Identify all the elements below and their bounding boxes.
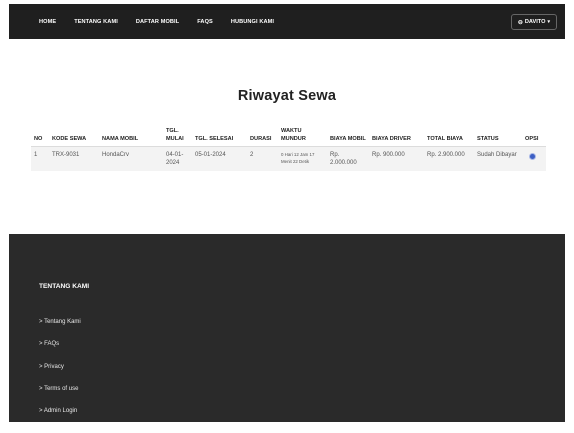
cell-status: Sudah Dibayar	[477, 152, 517, 158]
col-status: STATUS	[474, 116, 522, 147]
col-total-biaya: TOTAL BIAYA	[424, 116, 474, 147]
footer-link-tentang-kami[interactable]: > Tentang Kami	[39, 319, 81, 341]
page-title: Riwayat Sewa	[237, 88, 337, 104]
nav-daftar-mobil[interactable]: DAFTAR MOBIL	[136, 19, 179, 25]
user-menu-button[interactable]: ⊖ DAVITO ▾	[510, 14, 557, 30]
nav-hubungi-kami[interactable]: HUBUNGI KAMI	[231, 19, 274, 25]
eye-icon[interactable]	[529, 153, 536, 160]
user-icon: ⊖	[517, 19, 523, 26]
top-navbar: HOME TENTANG KAMI DAFTAR MOBIL FAQS HUBU…	[9, 4, 565, 39]
footer-links: > Tentang Kami > FAQs > Privacy > Terms …	[39, 319, 81, 430]
cell-waktu-mundur: 0 Hari 12 Jam 17 Menit 22 Detik	[281, 152, 315, 164]
cell-no: 1	[34, 152, 38, 158]
col-tgl-selesai: TGL. SELESAI	[192, 116, 247, 147]
col-kode-sewa: KODE SEWA	[49, 116, 99, 147]
footer-link-admin-login[interactable]: > Admin Login	[39, 408, 81, 430]
nav-links: HOME TENTANG KAMI DAFTAR MOBIL FAQS HUBU…	[39, 4, 292, 39]
col-nama-mobil: NAMA MOBIL	[99, 116, 163, 147]
cell-biaya-mobil: Rp. 2.000.000	[330, 152, 357, 166]
col-biaya-mobil: BIAYA MOBIL	[327, 116, 369, 147]
col-no: NO	[31, 116, 49, 147]
col-tgl-mulai: TGL. MULAI	[163, 116, 192, 147]
nav-home[interactable]: HOME	[39, 19, 56, 25]
nav-tentang-kami[interactable]: TENTANG KAMI	[74, 19, 118, 25]
col-waktu-mundur: WAKTU MUNDUR	[278, 116, 327, 147]
col-opsi: OPSI	[522, 116, 546, 147]
cell-nama-mobil: HondaCrv	[102, 152, 130, 158]
chevron-down-icon: ▾	[547, 19, 550, 25]
cell-tgl-selesai: 05-01-2024	[195, 152, 226, 158]
rental-history-table: NO KODE SEWA NAMA MOBIL TGL. MULAI TGL. …	[31, 116, 546, 171]
footer-link-faqs[interactable]: > FAQs	[39, 341, 81, 363]
nav-faqs[interactable]: FAQS	[197, 19, 213, 25]
cell-durasi: 2	[250, 152, 254, 158]
col-durasi: DURASI	[247, 116, 278, 147]
table-header-row: NO KODE SEWA NAMA MOBIL TGL. MULAI TGL. …	[31, 116, 546, 147]
cell-kode-sewa: TRX-9031	[52, 152, 80, 158]
cell-total-biaya: Rp. 2.900.000	[427, 152, 465, 158]
cell-biaya-driver: Rp. 900.000	[372, 152, 405, 158]
footer-link-terms[interactable]: > Terms of use	[39, 386, 81, 408]
footer: TENTANG KAMI > Tentang Kami > FAQs > Pri…	[9, 234, 565, 422]
table-row: 1 TRX-9031 HondaCrv 04-01-2024 05-01-202…	[31, 146, 546, 172]
col-biaya-driver: BIAYA DRIVER	[369, 116, 424, 147]
cell-tgl-mulai: 04-01-2024	[166, 152, 184, 166]
user-name: DAVITO	[524, 19, 546, 25]
footer-title: TENTANG KAMI	[39, 283, 90, 290]
cell-opsi	[522, 147, 546, 172]
footer-link-privacy[interactable]: > Privacy	[39, 364, 81, 386]
